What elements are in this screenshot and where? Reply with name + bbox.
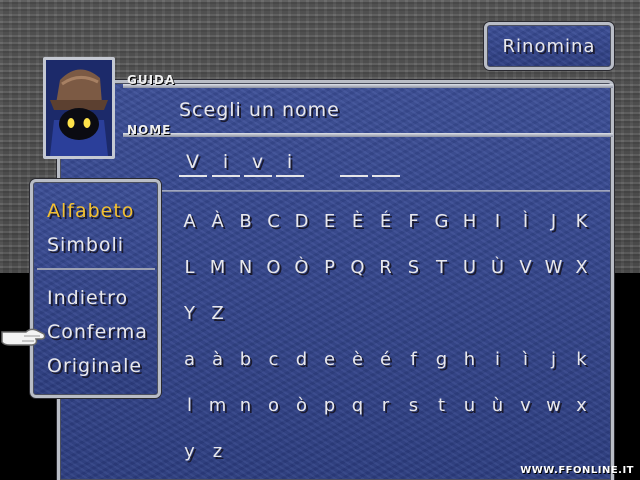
glyph-key[interactable]: T (428, 257, 456, 278)
glyph-key[interactable]: F (400, 211, 428, 232)
glyph-key[interactable]: V (512, 257, 540, 278)
glyph-key[interactable]: w (540, 395, 568, 416)
glyph-key[interactable]: D (288, 211, 316, 232)
character-portrait (43, 57, 115, 159)
glyph-key[interactable]: y (176, 441, 204, 462)
glyph-key[interactable]: é (372, 349, 400, 370)
glyph-key[interactable]: à (204, 349, 232, 370)
glyph-key[interactable]: z (204, 441, 232, 462)
game-scene: GUIDA Scegli un nome NOME V i v i AÀBCDE… (0, 0, 640, 480)
glyph-key[interactable]: X (568, 257, 596, 278)
glyph-key[interactable]: N (232, 257, 260, 278)
glyph-key[interactable]: H (456, 211, 484, 232)
glyph-key[interactable]: x (568, 395, 596, 416)
glyph-key[interactable]: u (456, 395, 484, 416)
glyph-key[interactable]: B (232, 211, 260, 232)
glyph-key[interactable]: a (176, 349, 204, 370)
glyph-key[interactable]: k (568, 349, 596, 370)
menu-original[interactable]: Originale (47, 355, 142, 377)
glyph-key[interactable]: Q (344, 257, 372, 278)
glyph-key[interactable]: Ù (484, 257, 512, 278)
glyph-key[interactable]: L (176, 257, 204, 278)
glyph-key[interactable]: m (204, 395, 232, 416)
glyph-key[interactable]: d (288, 349, 316, 370)
menu-alphabet[interactable]: Alfabeto (47, 200, 134, 222)
glyph-key[interactable]: K (568, 211, 596, 232)
glyph-key[interactable]: g (428, 349, 456, 370)
hand-pointer-icon (1, 328, 46, 346)
glyph-key[interactable]: A (176, 211, 204, 232)
grid-divider (160, 190, 610, 192)
glyph-key[interactable]: ì (512, 349, 540, 370)
glyph-key[interactable]: M (204, 257, 232, 278)
glyph-key[interactable]: q (344, 395, 372, 416)
glyph-key[interactable]: f (400, 349, 428, 370)
glyph-key[interactable]: è (344, 349, 372, 370)
glyph-key[interactable]: r (372, 395, 400, 416)
name-slot-6[interactable] (340, 151, 368, 177)
glyph-key[interactable]: E (316, 211, 344, 232)
glyph-key[interactable]: C (260, 211, 288, 232)
menu-confirm[interactable]: Conferma (47, 321, 148, 343)
glyph-key[interactable]: À (204, 211, 232, 232)
glyph-key[interactable]: W (540, 257, 568, 278)
rename-title: Rinomina (502, 35, 596, 57)
menu-back[interactable]: Indietro (47, 287, 128, 309)
glyph-key[interactable]: o (260, 395, 288, 416)
watermark: WWW.FFONLINE.IT (520, 465, 634, 476)
glyph-key[interactable]: p (316, 395, 344, 416)
glyph-key[interactable]: Ì (512, 211, 540, 232)
glyph-key[interactable]: ò (288, 395, 316, 416)
name-slot-2[interactable]: i (212, 151, 240, 177)
name-slot-4[interactable]: i (276, 151, 304, 177)
name-slot-7[interactable] (372, 151, 400, 177)
glyph-key[interactable]: G (428, 211, 456, 232)
glyph-key[interactable]: j (540, 349, 568, 370)
name-slot-3[interactable]: v (244, 151, 272, 177)
guide-text: Scegli un nome (179, 99, 340, 121)
guide-divider (123, 84, 613, 88)
glyph-key[interactable]: h (456, 349, 484, 370)
glyph-key[interactable]: v (512, 395, 540, 416)
menu-divider (37, 268, 155, 270)
glyph-key[interactable]: s (400, 395, 428, 416)
glyph-key[interactable]: b (232, 349, 260, 370)
glyph-key[interactable]: R (372, 257, 400, 278)
glyph-key[interactable]: Y (176, 303, 204, 324)
menu-symbols[interactable]: Simboli (47, 234, 124, 256)
name-slot-1[interactable]: V (179, 151, 207, 177)
name-label: NOME (127, 123, 172, 137)
glyph-key[interactable]: P (316, 257, 344, 278)
glyph-key[interactable]: ù (484, 395, 512, 416)
glyph-key[interactable]: S (400, 257, 428, 278)
glyph-key[interactable]: t (428, 395, 456, 416)
name-divider (123, 133, 613, 137)
rename-title-window: Rinomina (484, 22, 614, 70)
glyph-key[interactable]: c (260, 349, 288, 370)
glyph-key[interactable]: Ò (288, 257, 316, 278)
glyph-key[interactable]: È (344, 211, 372, 232)
guide-label: GUIDA (127, 73, 176, 87)
glyph-key[interactable]: e (316, 349, 344, 370)
glyph-key[interactable]: n (232, 395, 260, 416)
glyph-key[interactable]: É (372, 211, 400, 232)
glyph-key[interactable]: Z (204, 303, 232, 324)
glyph-key[interactable]: l (176, 395, 204, 416)
glyph-key[interactable]: J (540, 211, 568, 232)
glyph-key[interactable]: I (484, 211, 512, 232)
glyph-key[interactable]: i (484, 349, 512, 370)
vivi-portrait-icon (46, 60, 112, 156)
glyph-key[interactable]: O (260, 257, 288, 278)
glyph-key[interactable]: U (456, 257, 484, 278)
